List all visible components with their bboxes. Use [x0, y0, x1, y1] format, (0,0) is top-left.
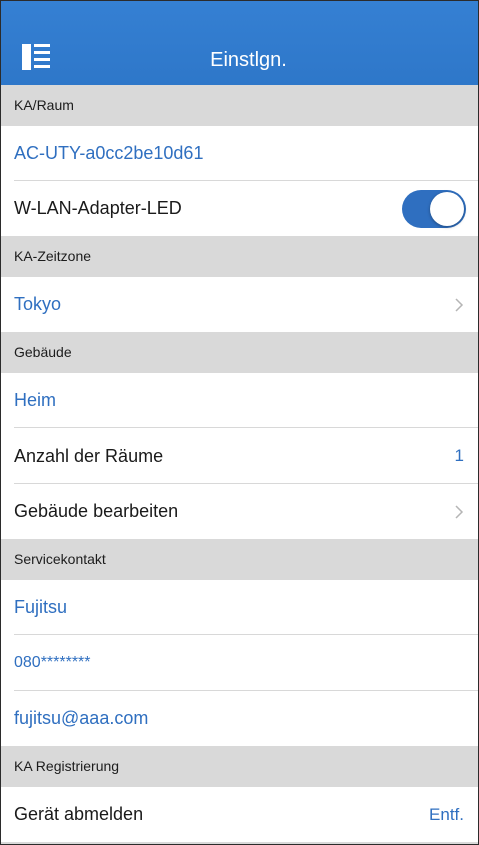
service-company-row[interactable]: Fujitsu [1, 580, 478, 635]
page-title: Einstlgn. [210, 49, 287, 71]
led-row: W-LAN-Adapter-LED [1, 181, 478, 236]
toggle-knob [430, 191, 464, 226]
led-label: W-LAN-Adapter-LED [14, 198, 182, 218]
timezone-row[interactable]: Tokyo [1, 277, 478, 332]
chevron-right-icon [455, 297, 464, 312]
settings-screen: Einstlgn. KA/Raum AC-UTY-a0cc2be10d61 W-… [0, 0, 479, 845]
led-toggle[interactable] [402, 189, 466, 228]
service-phone[interactable]: 080******** [14, 654, 464, 672]
edit-building-row[interactable]: Gebäude bearbeiten [1, 484, 478, 539]
service-phone-row[interactable]: 080******** [1, 635, 478, 691]
chevron-right-icon [455, 504, 464, 519]
edit-building-label: Gebäude bearbeiten [14, 501, 179, 521]
building-name-row[interactable]: Heim [1, 373, 478, 428]
unregister-label: Gerät abmelden [14, 804, 144, 824]
room-count-label: Anzahl der Räume [14, 445, 164, 466]
section-header-zeitzone: KA-Zeitzone [1, 236, 478, 277]
building-name: Heim [14, 390, 57, 410]
room-count-row: Anzahl der Räume 1 [1, 428, 478, 484]
unregister-button[interactable]: Entf. [429, 805, 464, 825]
room-count-value: 1 [454, 446, 464, 465]
section-header-service: Servicekontakt [1, 539, 478, 580]
timezone-value: Tokyo [14, 294, 62, 314]
device-name-row[interactable]: AC-UTY-a0cc2be10d61 [1, 126, 478, 181]
section-header-registrierung: KA Registrierung [1, 746, 478, 787]
device-name: AC-UTY-a0cc2be10d61 [14, 143, 204, 163]
nav-bar: Einstlgn. [1, 1, 478, 85]
service-email-row[interactable]: fujitsu@aaa.com [1, 691, 478, 746]
service-company: Fujitsu [14, 597, 68, 617]
section-header-gebaeude: Gebäude [1, 332, 478, 373]
unregister-row: Gerät abmelden Entf. [1, 787, 478, 842]
service-email[interactable]: fujitsu@aaa.com [14, 708, 464, 729]
section-header-ka-raum: KA/Raum [1, 85, 478, 126]
